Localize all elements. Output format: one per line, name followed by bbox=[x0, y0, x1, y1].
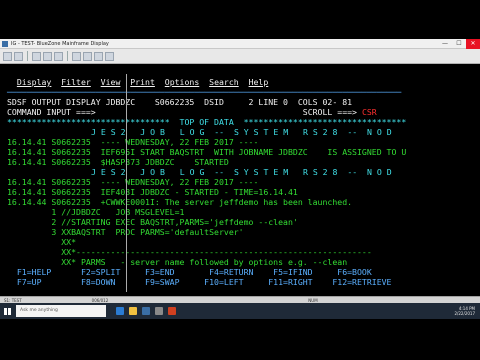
keyboard-icon[interactable] bbox=[83, 51, 92, 61]
settings-icon[interactable] bbox=[94, 51, 103, 61]
macro-icon[interactable] bbox=[72, 51, 81, 61]
print-icon[interactable] bbox=[54, 51, 63, 61]
file-explorer-icon[interactable] bbox=[129, 307, 137, 315]
app-icon[interactable] bbox=[155, 307, 163, 315]
emulator-toolbar bbox=[0, 49, 480, 64]
system-tray-clock[interactable]: 4:14 PM 2/22/2017 bbox=[454, 306, 475, 316]
pf-keys-row-2[interactable]: F7=UP F8=DOWN F9=SWAP F10=LEFT F11=RIGHT… bbox=[7, 277, 392, 288]
help-icon[interactable] bbox=[105, 51, 114, 61]
bluezone-icon[interactable] bbox=[142, 307, 150, 315]
edge-icon[interactable] bbox=[116, 307, 124, 315]
menu-filter[interactable]: Filter bbox=[61, 77, 91, 87]
disconnect-icon[interactable] bbox=[14, 51, 23, 61]
menu-view[interactable]: View bbox=[101, 77, 121, 87]
numlock-indicator: NUM bbox=[308, 297, 318, 303]
minimize-button[interactable]: — bbox=[438, 39, 452, 49]
window-title: IG - TEST- BlueZone Mainframe Display bbox=[11, 41, 109, 47]
emulator-statusbar: S1: TEST 006/012 NUM bbox=[0, 296, 480, 303]
menu-print[interactable]: Print bbox=[130, 77, 155, 87]
menu-help[interactable]: Help bbox=[249, 77, 269, 87]
connect-icon[interactable] bbox=[3, 51, 12, 61]
menu-search[interactable]: Search bbox=[209, 77, 239, 87]
menu-display[interactable]: Display bbox=[17, 77, 52, 87]
command-label: COMMAND INPUT ===> bbox=[7, 107, 96, 117]
cursor-column-guide bbox=[126, 74, 127, 292]
app-icon bbox=[2, 41, 8, 47]
scroll-label: SCROLL ===> bbox=[302, 107, 357, 117]
maximize-button[interactable]: ☐ bbox=[452, 39, 466, 49]
cols-indicator: COLS 02- 81 bbox=[297, 97, 353, 107]
letterbox-bottom bbox=[0, 319, 480, 360]
scroll-value[interactable]: CSR bbox=[362, 107, 377, 117]
taskbar-search-box[interactable]: Ask me anything bbox=[16, 305, 106, 317]
menu-options[interactable]: Options bbox=[165, 77, 200, 87]
letterbox-top bbox=[0, 0, 480, 39]
terminal-screen[interactable]: Display Filter View Print Options Search… bbox=[0, 64, 480, 296]
windows-taskbar: Ask me anything 4:14 PM 2/22/2017 bbox=[0, 303, 480, 319]
window-titlebar: IG - TEST- BlueZone Mainframe Display — … bbox=[0, 39, 480, 49]
close-button[interactable]: ✕ bbox=[466, 39, 480, 49]
paste-icon[interactable] bbox=[43, 51, 52, 61]
windows-logo-icon bbox=[3, 307, 11, 315]
app-icon[interactable] bbox=[168, 307, 176, 315]
sdsf-title: SDSF OUTPUT DISPLAY JDBDZC S0662235 DSID… bbox=[7, 97, 288, 107]
cursor-position: 006/012 bbox=[91, 297, 109, 303]
start-button[interactable] bbox=[0, 303, 14, 319]
tray-date: 2/22/2017 bbox=[454, 311, 475, 316]
copy-icon[interactable] bbox=[32, 51, 41, 61]
session-indicator: S1: TEST bbox=[4, 297, 22, 303]
